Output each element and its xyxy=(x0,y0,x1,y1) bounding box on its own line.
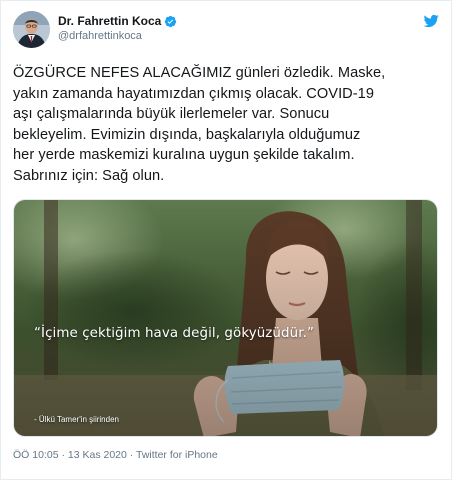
tweet-time[interactable]: ÖÖ 10:05 xyxy=(13,449,59,461)
verified-badge-icon xyxy=(164,15,177,28)
tweet-header: Dr. Fahrettin Koca @drfahrettinkoca xyxy=(13,9,441,49)
tweet-meta: ÖÖ 10:05 · 13 Kas 2020 · Twitter for iPh… xyxy=(13,449,218,461)
tweet-media-image[interactable]: “İçime çektiğim hava değil, gökyüzüdür.”… xyxy=(13,199,438,437)
media-quote-text: “İçime çektiğim hava değil, gökyüzüdür.” xyxy=(34,326,314,341)
tweet-date[interactable]: 13 Kas 2020 xyxy=(68,449,127,461)
name-row: Dr. Fahrettin Koca xyxy=(58,14,177,28)
media-attribution-text: - Ülkü Tamer'in şiirinden xyxy=(34,415,119,424)
twitter-bird-icon[interactable] xyxy=(423,13,439,29)
display-name[interactable]: Dr. Fahrettin Koca xyxy=(58,14,161,28)
tweet-text: ÖZGÜRCE NEFES ALACAĞIMIZ günleri özledik… xyxy=(13,65,386,184)
avatar[interactable] xyxy=(13,11,50,48)
tweet-source[interactable]: Twitter for iPhone xyxy=(136,449,218,461)
tweet-card: Dr. Fahrettin Koca @drfahrettinkoca ÖZGÜ… xyxy=(0,0,452,480)
user-handle[interactable]: @drfahrettinkoca xyxy=(58,30,142,42)
